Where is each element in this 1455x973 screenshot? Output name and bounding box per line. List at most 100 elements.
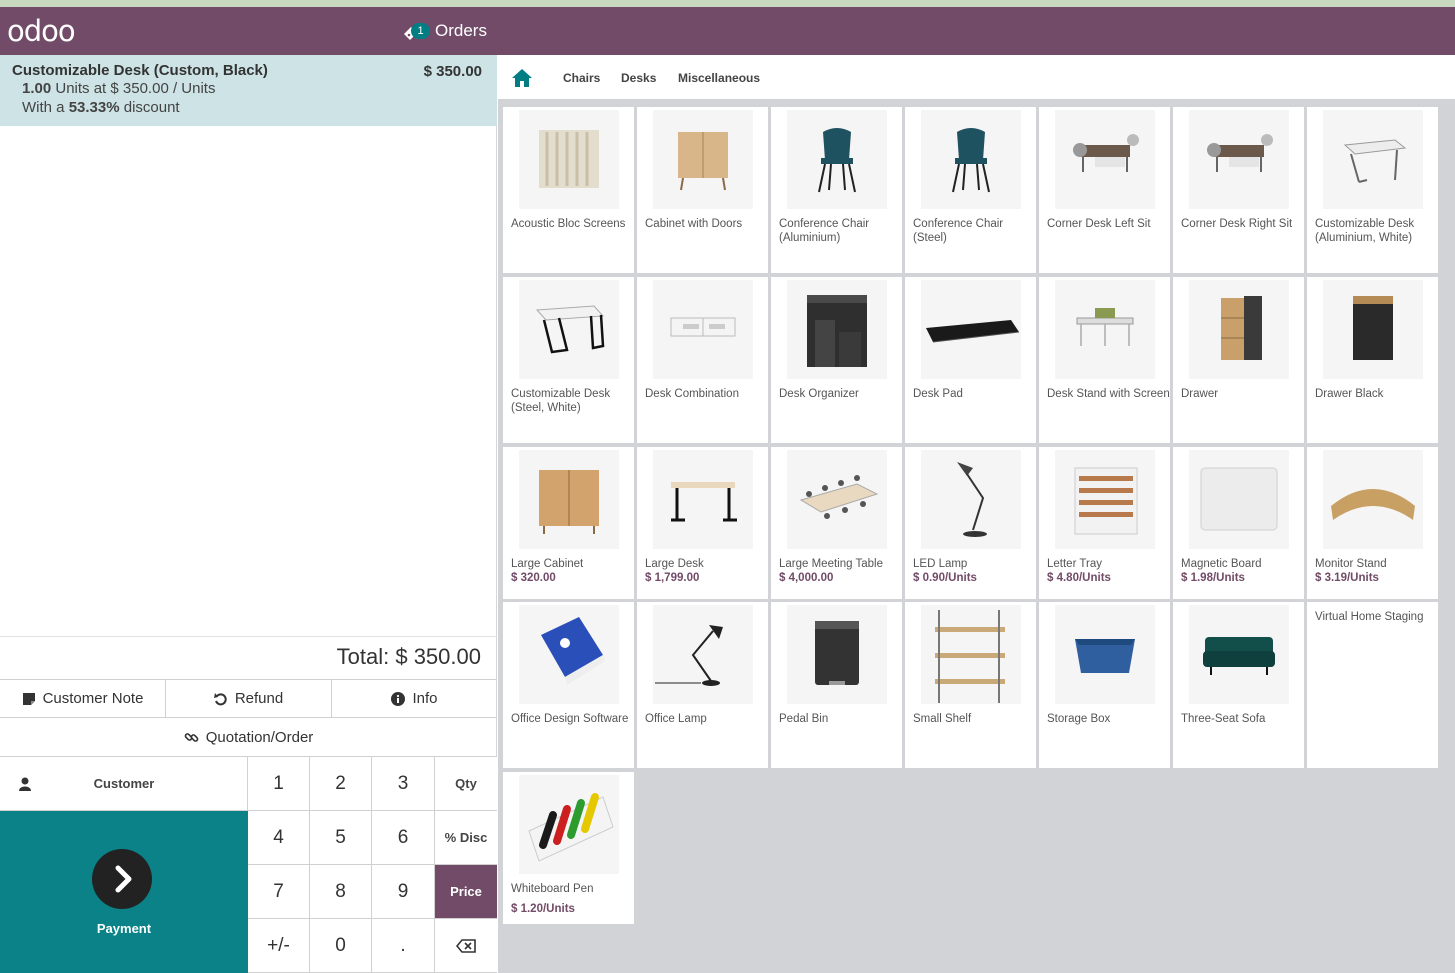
numpad-mode-qty[interactable]: Qty bbox=[435, 757, 497, 811]
product-image bbox=[1189, 605, 1289, 704]
order-line-price: $ 350.00 bbox=[423, 63, 482, 80]
product-image bbox=[1189, 450, 1289, 549]
order-line-unit-text: Units at $ 350.00 / Units bbox=[55, 80, 216, 97]
orders-button[interactable]: 1 Orders bbox=[401, 15, 487, 47]
numpad-key-7[interactable]: 7 bbox=[248, 865, 310, 919]
numpad-key-4[interactable]: 4 bbox=[248, 811, 310, 865]
product-card[interactable]: Desk Organizer$ 5.10/Units bbox=[771, 277, 902, 443]
numpad-key-0[interactable]: 0 bbox=[310, 919, 372, 973]
customer-label: Customer bbox=[93, 776, 155, 791]
product-card[interactable]: Monitor Stand $ 3.19/Units bbox=[1307, 447, 1438, 599]
sofa-icon bbox=[1203, 637, 1275, 675]
category-chairs[interactable]: Chairs bbox=[563, 71, 600, 85]
home-category-button[interactable] bbox=[511, 68, 533, 93]
discount-suffix: discount bbox=[123, 99, 180, 116]
refund-button[interactable]: Refund bbox=[166, 680, 332, 717]
numpad-key-1[interactable]: 1 bbox=[248, 757, 310, 811]
desk-combo-icon bbox=[670, 317, 736, 337]
product-card[interactable]: Acoustic Bloc Screens$ 295.00 bbox=[503, 107, 634, 273]
product-image bbox=[519, 450, 619, 549]
order-line-selected[interactable]: Customizable Desk (Custom, Black) $ 350.… bbox=[0, 55, 497, 126]
numpad-key-8[interactable]: 8 bbox=[310, 865, 372, 919]
product-name: Desk Organizer bbox=[779, 388, 859, 400]
info-button[interactable]: Info bbox=[332, 680, 497, 717]
numpad-key-3[interactable]: 3 bbox=[372, 757, 435, 811]
board-icon bbox=[1200, 467, 1278, 531]
product-name: Large Desk bbox=[645, 558, 704, 570]
product-card[interactable]: Desk Stand with Screen$ 2,100.00 bbox=[1039, 277, 1170, 443]
product-card[interactable]: Customizable Desk (Aluminium, White)$ 80… bbox=[1307, 107, 1438, 273]
product-image bbox=[519, 110, 619, 209]
product-card[interactable]: Whiteboard Pen $ 1.20/Units bbox=[503, 772, 634, 924]
product-price: $ 1,799.00 bbox=[645, 572, 700, 584]
product-card[interactable]: Large Meeting Table $ 4,000.00 bbox=[771, 447, 902, 599]
product-card[interactable]: Three-Seat Sofa$ 1,500.00 bbox=[1173, 602, 1304, 768]
product-card[interactable]: Drawer Black$ 25.00 bbox=[1307, 277, 1438, 443]
desk-black-icon bbox=[535, 305, 605, 354]
numpad-mode-discount[interactable]: % Disc bbox=[435, 811, 497, 865]
product-name: Drawer Black bbox=[1315, 388, 1384, 400]
discount-prefix: With a bbox=[22, 99, 65, 116]
product-card[interactable]: LED Lamp $ 0.90/Units bbox=[905, 447, 1036, 599]
product-name: Acoustic Bloc Screens bbox=[511, 218, 626, 230]
product-image bbox=[1055, 605, 1155, 704]
link-icon bbox=[184, 732, 199, 742]
product-card[interactable]: Pedal Bin$ 47.00 bbox=[771, 602, 902, 768]
product-name: Desk Combination bbox=[645, 388, 739, 400]
numpad-mode-price[interactable]: Price bbox=[435, 865, 497, 919]
product-image bbox=[921, 280, 1021, 379]
office-lamp-icon bbox=[655, 625, 723, 686]
payment-button[interactable]: Payment bbox=[0, 811, 248, 973]
orders-count-badge: 1 bbox=[411, 23, 430, 39]
large-desk-icon bbox=[671, 482, 737, 522]
product-name: Magnetic Board bbox=[1181, 558, 1262, 570]
product-card[interactable]: Conference Chair (Aluminium)$ 39.40 bbox=[771, 107, 902, 273]
desk-white-icon bbox=[1343, 139, 1407, 183]
product-card[interactable]: Corner Desk Right Sit$ 147.00 bbox=[1173, 107, 1304, 273]
numpad-key-plus-minus[interactable]: +/- bbox=[248, 919, 310, 973]
product-card[interactable]: Conference Chair (Steel)$ 33.00 bbox=[905, 107, 1036, 273]
product-name: Pedal Bin bbox=[779, 713, 829, 725]
organizer-icon bbox=[807, 295, 867, 367]
product-card[interactable]: Office Design Software$ 280.00 bbox=[503, 602, 634, 768]
numpad-backspace[interactable] bbox=[435, 919, 497, 973]
product-card[interactable]: Customizable Desk (Steel, White)$ 750.00 bbox=[503, 277, 634, 443]
product-image bbox=[1189, 280, 1289, 379]
product-pane: Chairs Desks Miscellaneous Acoustic Bloc… bbox=[498, 55, 1455, 973]
customer-button[interactable]: Customer bbox=[0, 757, 248, 811]
product-name: Whiteboard Pen bbox=[511, 883, 594, 895]
product-name: Monitor Stand bbox=[1315, 558, 1387, 570]
product-card[interactable]: Desk Combination$ 450.00 bbox=[637, 277, 768, 443]
product-image bbox=[653, 280, 753, 379]
numpad-key-decimal[interactable]: . bbox=[372, 919, 435, 973]
product-card[interactable]: Corner Desk Left Sit$ 85.00 bbox=[1039, 107, 1170, 273]
product-card[interactable]: Desk Pad$ 1.98/Units bbox=[905, 277, 1036, 443]
orders-label: Orders bbox=[435, 21, 487, 40]
product-card[interactable]: Virtual Home Staging$ 38.25 bbox=[1307, 602, 1438, 768]
product-card[interactable]: Large Desk $ 1,799.00 bbox=[637, 447, 768, 599]
numpad-key-6[interactable]: 6 bbox=[372, 811, 435, 865]
product-card[interactable]: Storage Box$ 15.80 bbox=[1039, 602, 1170, 768]
numpad-key-9[interactable]: 9 bbox=[372, 865, 435, 919]
order-line-qty: 1.00 bbox=[22, 80, 52, 97]
product-card[interactable]: Office Lamp$ 40.00 bbox=[637, 602, 768, 768]
customer-note-button[interactable]: Customer Note bbox=[0, 680, 166, 717]
product-card[interactable]: Small Shelf$ 2.83/Units bbox=[905, 602, 1036, 768]
product-card[interactable]: Large Cabinet $ 320.00 bbox=[503, 447, 634, 599]
numpad-key-2[interactable]: 2 bbox=[310, 757, 372, 811]
product-card[interactable]: Cabinet with Doors$ 140.00 bbox=[637, 107, 768, 273]
numpad-key-5[interactable]: 5 bbox=[310, 811, 372, 865]
product-image bbox=[921, 110, 1021, 209]
product-image bbox=[653, 450, 753, 549]
numpad: 1 2 3 Qty 4 5 6 % Disc 7 8 9 Price +/- 0… bbox=[248, 757, 497, 973]
category-bar: Chairs Desks Miscellaneous bbox=[498, 55, 1455, 102]
category-miscellaneous[interactable]: Miscellaneous bbox=[678, 71, 760, 85]
category-desks[interactable]: Desks bbox=[621, 71, 656, 85]
product-card[interactable]: Magnetic Board $ 1.98/Units bbox=[1173, 447, 1304, 599]
quotation-order-button[interactable]: Quotation/Order bbox=[0, 718, 497, 757]
product-card[interactable]: Drawer$ 110.50 bbox=[1173, 277, 1304, 443]
product-name: Three-Seat Sofa bbox=[1181, 713, 1266, 725]
product-name: Desk Stand with Screen bbox=[1047, 388, 1170, 400]
meeting-icon bbox=[799, 475, 879, 519]
product-card[interactable]: Letter Tray $ 4.80/Units bbox=[1039, 447, 1170, 599]
